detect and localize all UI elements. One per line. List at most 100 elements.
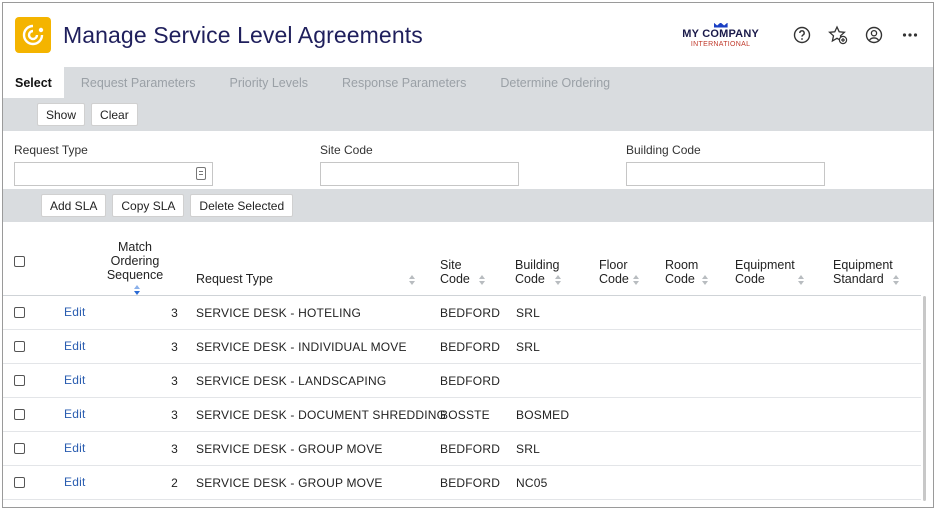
- row-checkbox[interactable]: [14, 409, 25, 420]
- clear-button[interactable]: Clear: [91, 103, 138, 126]
- company-logo: MY COMPANY INTERNATIONAL: [682, 22, 759, 48]
- building-code-input[interactable]: [626, 162, 825, 186]
- cell-site-code: BEDFORD: [440, 476, 501, 490]
- sort-icon[interactable]: [554, 274, 562, 286]
- col-building-code[interactable]: Building Code: [515, 258, 562, 286]
- cell-sequence: 3: [171, 442, 178, 456]
- edit-link[interactable]: Edit: [64, 407, 85, 421]
- row-checkbox[interactable]: [14, 341, 25, 352]
- edit-link[interactable]: Edit: [64, 305, 85, 319]
- table-row[interactable]: Edit 3 SERVICE DESK - HOTELING BEDFORD S…: [3, 296, 921, 330]
- cell-request-type: SERVICE DESK - GROUP MOVE: [196, 476, 383, 490]
- cell-sequence: 3: [171, 408, 178, 422]
- show-button[interactable]: Show: [37, 103, 86, 126]
- col-equipment-line2: Code: [735, 272, 765, 286]
- cell-request-type: SERVICE DESK - HOTELING: [196, 306, 362, 320]
- app-window: Manage Service Level Agreements MY COMPA…: [2, 2, 934, 508]
- cell-request-type: SERVICE DESK - INDIVIDUAL MOVE: [196, 340, 407, 354]
- vertical-scrollbar[interactable]: [923, 296, 926, 501]
- edit-link[interactable]: Edit: [64, 373, 85, 387]
- col-floor-line1: Floor: [599, 258, 628, 272]
- select-all-checkbox[interactable]: [14, 256, 25, 267]
- sort-icon[interactable]: [892, 274, 900, 286]
- sla-table: Match Ordering Sequence Request Type Sit…: [3, 228, 921, 500]
- sort-icon[interactable]: [632, 274, 640, 286]
- building-code-label: Building Code: [626, 143, 701, 157]
- row-checkbox[interactable]: [14, 477, 25, 488]
- col-match-ordering[interactable]: Match Ordering Sequence: [104, 240, 166, 296]
- col-equipment-code[interactable]: Equipment Code: [735, 258, 805, 286]
- col-request-type-label: Request Type: [196, 272, 273, 286]
- cell-request-type: SERVICE DESK - DOCUMENT SHREDDING: [196, 408, 447, 422]
- col-room-line1: Room: [665, 258, 699, 272]
- favorite-add-icon[interactable]: [827, 24, 849, 46]
- sort-icon[interactable]: [133, 284, 141, 296]
- user-icon[interactable]: [863, 24, 885, 46]
- edit-link[interactable]: Edit: [64, 475, 85, 489]
- request-type-input[interactable]: [14, 162, 213, 186]
- tab-determine-ordering[interactable]: Determine Ordering: [483, 67, 627, 98]
- app-logo-icon[interactable]: [15, 17, 51, 53]
- col-standard-line2: Standard: [833, 272, 884, 286]
- col-room-line2: Code: [665, 272, 695, 286]
- col-site-line2: Code: [440, 272, 470, 286]
- col-equipment-standard[interactable]: Equipment Standard: [833, 258, 900, 286]
- table-row[interactable]: Edit 2 SERVICE DESK - GROUP MOVE BEDFORD…: [3, 466, 921, 500]
- edit-link[interactable]: Edit: [64, 441, 85, 455]
- tab-select[interactable]: Select: [3, 67, 64, 98]
- sort-icon[interactable]: [797, 274, 805, 286]
- cell-site-code: BOSSTE: [440, 408, 490, 422]
- row-checkbox[interactable]: [14, 443, 25, 454]
- more-icon[interactable]: [899, 24, 921, 46]
- cell-site-code: BEDFORD: [440, 340, 501, 354]
- cell-sequence: 2: [171, 476, 178, 490]
- filter-toolbar: Show Clear: [3, 98, 933, 131]
- table-row[interactable]: Edit 3 SERVICE DESK - INDIVIDUAL MOVE BE…: [3, 330, 921, 364]
- site-code-label: Site Code: [320, 143, 373, 157]
- cell-sequence: 3: [171, 340, 178, 354]
- col-site-code[interactable]: Site Code: [440, 258, 486, 286]
- copy-sla-button[interactable]: Copy SLA: [112, 194, 185, 217]
- col-equipment-line1: Equipment: [735, 258, 795, 272]
- select-list-icon[interactable]: [196, 167, 206, 180]
- tab-request-parameters[interactable]: Request Parameters: [64, 67, 213, 98]
- cell-building-code: BOSMED: [516, 408, 570, 422]
- cell-request-type: SERVICE DESK - LANDSCAPING: [196, 374, 387, 388]
- table-row[interactable]: Edit 3 SERVICE DESK - DOCUMENT SHREDDING…: [3, 398, 921, 432]
- col-site-line1: Site: [440, 258, 462, 272]
- cell-sequence: 3: [171, 306, 178, 320]
- delete-selected-button[interactable]: Delete Selected: [190, 194, 294, 217]
- page-title: Manage Service Level Agreements: [63, 21, 423, 48]
- tab-response-parameters[interactable]: Response Parameters: [325, 67, 483, 98]
- col-request-type[interactable]: Request Type: [196, 272, 273, 286]
- company-subtitle: INTERNATIONAL: [690, 40, 751, 48]
- sort-icon[interactable]: [478, 274, 486, 286]
- site-code-input[interactable]: [320, 162, 519, 186]
- col-match-line2: Ordering: [110, 254, 160, 268]
- table-header: Match Ordering Sequence Request Type Sit…: [3, 228, 921, 296]
- sort-icon[interactable]: [701, 274, 709, 286]
- action-toolbar: Add SLA Copy SLA Delete Selected: [3, 189, 933, 222]
- cell-sequence: 3: [171, 374, 178, 388]
- row-checkbox[interactable]: [14, 375, 25, 386]
- edit-link[interactable]: Edit: [64, 339, 85, 353]
- col-standard-line1: Equipment: [833, 258, 893, 272]
- col-floor-code[interactable]: Floor Code: [599, 258, 640, 286]
- row-checkbox[interactable]: [14, 307, 25, 318]
- table-row[interactable]: Edit 3 SERVICE DESK - GROUP MOVE BEDFORD…: [3, 432, 921, 466]
- cell-building-code: SRL: [516, 306, 540, 320]
- tab-bar: Select Request Parameters Priority Level…: [3, 67, 933, 98]
- table-row[interactable]: Edit 3 SERVICE DESK - LANDSCAPING BEDFOR…: [3, 364, 921, 398]
- cell-building-code: SRL: [516, 340, 540, 354]
- cell-site-code: BEDFORD: [440, 442, 501, 456]
- tab-priority-levels[interactable]: Priority Levels: [212, 67, 325, 98]
- crown-icon: [713, 22, 728, 28]
- col-room-code[interactable]: Room Code: [665, 258, 709, 286]
- cell-building-code: SRL: [516, 442, 540, 456]
- help-icon[interactable]: [791, 24, 813, 46]
- col-match-line3: Sequence: [106, 268, 164, 282]
- sort-icon[interactable]: [409, 274, 416, 286]
- col-floor-line2: Code: [599, 272, 629, 286]
- add-sla-button[interactable]: Add SLA: [41, 194, 107, 217]
- company-name: MY COMPANY: [682, 27, 759, 40]
